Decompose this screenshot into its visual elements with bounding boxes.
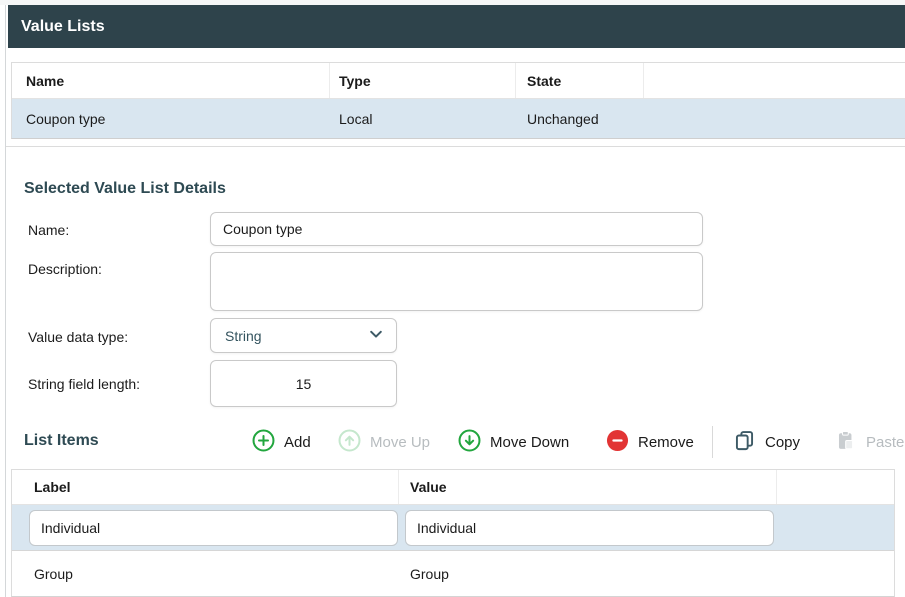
left-window-edge [5,5,6,597]
value-data-type-dropdown[interactable]: String [210,318,397,353]
copy-button[interactable]: Copy [733,430,800,454]
list-item-row[interactable]: Group Group [12,551,894,596]
dropdown-selected-value: String [225,328,368,344]
panel-title: Value Lists [21,18,105,36]
minus-circle-icon [606,429,629,456]
name-input[interactable] [210,212,703,246]
column-header-name[interactable]: Name [12,63,330,98]
row-name-cell: Coupon type [12,99,330,138]
add-button[interactable]: Add [252,430,311,454]
plus-circle-icon [252,429,275,456]
row-state-cell: Unchanged [516,99,644,138]
table-row[interactable]: Coupon type Local Unchanged [12,99,905,138]
item-label-input[interactable] [29,510,398,546]
description-label: Description: [28,261,102,277]
copy-pages-icon [733,429,756,456]
copy-button-label: Copy [765,434,800,451]
item-value-cell: Group [399,551,777,596]
chevron-down-icon [368,326,384,345]
list-items-table: Label Value Group Group [11,469,895,597]
paste-button-label: Paste [866,434,904,451]
column-header-empty [777,470,894,504]
list-items-table-header: Label Value [12,470,894,505]
move-down-button-label: Move Down [490,434,569,451]
add-button-label: Add [284,434,311,451]
move-up-button[interactable]: Move Up [338,430,430,454]
string-field-length-label: String field length: [28,376,140,392]
list-item-row-editing[interactable] [12,505,894,551]
column-header-state[interactable]: State [516,63,644,98]
item-empty-cell [777,551,894,596]
section-divider [6,146,905,147]
clipboard-icon [834,429,857,456]
row-type-cell: Local [330,99,516,138]
panel-header: Value Lists [8,5,905,48]
arrow-down-circle-icon [458,429,481,456]
string-field-length-input[interactable] [210,360,397,407]
item-value-input[interactable] [405,510,774,546]
list-items-heading: List Items [24,432,99,450]
value-lists-table-header: Name Type State [12,63,905,99]
column-header-empty [644,63,905,98]
toolbar-divider [712,426,713,458]
remove-button[interactable]: Remove [606,430,694,454]
paste-button[interactable]: Paste [834,430,904,454]
name-label: Name: [28,222,69,238]
value-data-type-label: Value data type: [28,329,128,345]
arrow-up-circle-icon [338,429,361,456]
item-label-cell: Group [12,551,399,596]
column-header-type[interactable]: Type [330,63,516,98]
remove-button-label: Remove [638,434,694,451]
row-empty-cell [644,99,905,138]
move-down-button[interactable]: Move Down [458,430,569,454]
column-header-value[interactable]: Value [399,470,777,504]
details-heading: Selected Value List Details [24,180,226,198]
description-input[interactable] [210,252,703,311]
column-header-label[interactable]: Label [12,470,399,504]
value-lists-table: Name Type State Coupon type Local Unchan… [11,62,905,139]
move-up-button-label: Move Up [370,434,430,451]
